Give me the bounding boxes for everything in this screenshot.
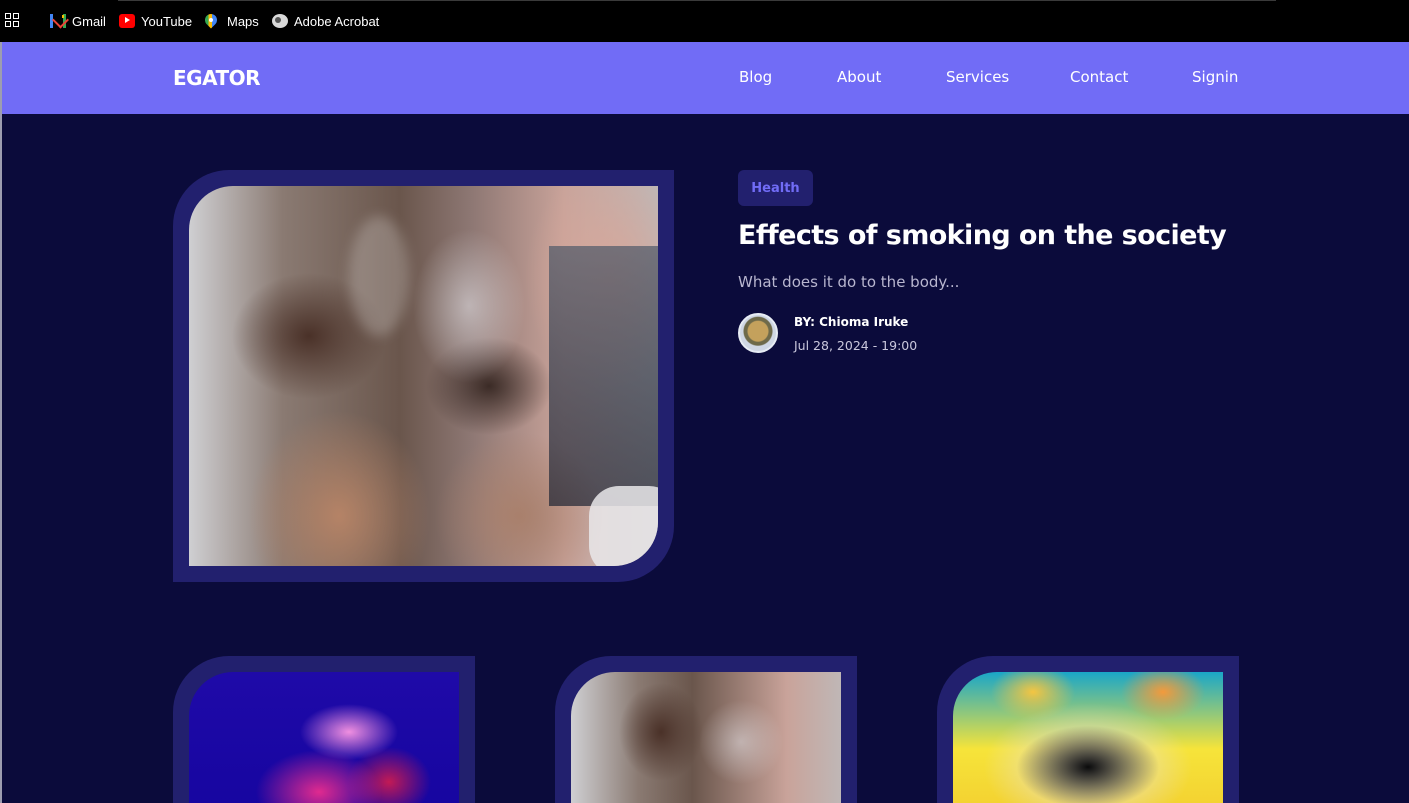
gmail-icon	[50, 14, 66, 28]
nav-link-blog[interactable]: Blog	[739, 68, 772, 86]
author-avatar[interactable]	[738, 313, 778, 353]
featured-post-subtitle: What does it do to the body...	[738, 273, 960, 291]
post-card-image[interactable]	[571, 672, 841, 803]
sheet-shape	[589, 486, 658, 566]
bookmark-gmail[interactable]: Gmail	[50, 11, 106, 31]
bookmark-maps[interactable]: Maps	[205, 11, 259, 31]
smoke-shape	[349, 216, 409, 336]
featured-post-image[interactable]	[189, 186, 658, 566]
post-date: Jul 28, 2024 - 19:00	[794, 338, 918, 353]
post-card-image[interactable]	[189, 672, 459, 803]
bookmark-label: Gmail	[72, 13, 106, 29]
bookmarks-bar: Gmail YouTube Maps Adobe Acrobat	[0, 0, 1409, 42]
youtube-icon	[119, 14, 135, 28]
bookmark-adobe-acrobat[interactable]: Adobe Acrobat	[272, 11, 379, 31]
maps-icon	[205, 14, 221, 28]
bookmark-label: Adobe Acrobat	[294, 13, 380, 29]
bookmark-label: Maps	[227, 13, 259, 29]
category-tag[interactable]: Health	[738, 170, 813, 206]
featured-post-title[interactable]: Effects of smoking on the society	[738, 220, 1227, 251]
bookmark-label: YouTube	[141, 13, 193, 29]
site-header: EGATOR Blog About Services Contact Signi…	[2, 42, 1409, 114]
window-edge	[0, 42, 2, 803]
post-card-image[interactable]	[953, 672, 1223, 803]
globe-icon	[272, 14, 288, 28]
nav-link-services[interactable]: Services	[946, 68, 1009, 86]
blanket-shape	[549, 246, 658, 506]
nav-link-signin[interactable]: Signin	[1192, 68, 1238, 86]
apps-grid-icon[interactable]	[5, 13, 19, 27]
author-name: BY: Chioma Iruke	[794, 315, 909, 329]
nav-link-about[interactable]: About	[837, 68, 881, 86]
nav-link-contact[interactable]: Contact	[1070, 68, 1128, 86]
bookmark-youtube[interactable]: YouTube	[119, 11, 192, 31]
site-logo[interactable]: EGATOR	[173, 66, 261, 90]
bookmarks-divider	[118, 0, 1276, 1]
